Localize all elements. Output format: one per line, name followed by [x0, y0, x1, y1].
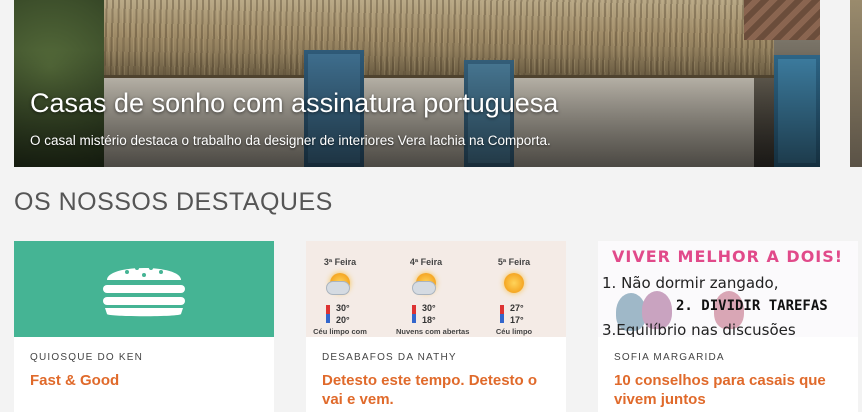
card-title[interactable]: Fast & Good	[30, 371, 266, 390]
hero-subtitle: O casal mistério destaca o trabalho da d…	[30, 133, 551, 148]
forecast-high: 27°	[510, 303, 524, 313]
burger-icon	[103, 266, 185, 317]
cloud-icon	[412, 281, 436, 295]
hero-banner[interactable]: Casas de sonho com assinatura portuguesa…	[14, 0, 820, 167]
card-author[interactable]: QUIOSQUE DO KEN	[30, 352, 143, 363]
forecast-day-name: 3ª Feira	[323, 257, 357, 267]
cloud-icon	[326, 281, 350, 295]
section-title: OS NOSSOS DESTAQUES	[14, 188, 333, 216]
temperature-arrow-icon	[500, 305, 504, 323]
forecast-high: 30°	[422, 303, 436, 313]
forecast-day: 4ª Feira 30° 18° Nuvens com abertas	[396, 241, 470, 337]
card-author[interactable]: SOFIA MARGARIDA	[614, 352, 725, 363]
card-image[interactable]	[14, 241, 274, 337]
hero-next-slide-peek[interactable]	[850, 0, 862, 167]
forecast-day: 5ª Feira 27° 17° Céu limpo	[484, 241, 544, 337]
temperature-arrow-icon	[326, 305, 330, 323]
image-line: 3.Equilíbrio nas discusões	[602, 321, 796, 337]
forecast-low: 17°	[510, 315, 524, 325]
temperature-arrow-icon	[412, 305, 416, 323]
forecast-high: 30°	[336, 303, 350, 313]
image-line: 1. Não dormir zangado,	[602, 274, 779, 292]
highlight-card[interactable]: VIVER MELHOR A DOIS! 1. Não dormir zanga…	[598, 241, 858, 412]
forecast-day-name: 5ª Feira	[497, 257, 531, 267]
forecast-low: 20°	[336, 315, 350, 325]
sun-icon	[504, 273, 524, 293]
forecast-desc: Céu limpo	[495, 327, 533, 336]
card-author[interactable]: DESABAFOS DA NATHY	[322, 352, 457, 363]
highlight-card[interactable]: 3ª Feira 30° 20° Céu limpo com 4ª Feira …	[306, 241, 566, 412]
image-line: 2. DIVIDIR TAREFAS	[676, 298, 828, 314]
forecast-desc: Nuvens com abertas	[396, 327, 470, 336]
card-title[interactable]: 10 conselhos para casais que vivem junto…	[614, 371, 850, 409]
card-title[interactable]: Detesto este tempo. Detesto o vai e vem.	[322, 371, 558, 409]
card-image[interactable]: 3ª Feira 30° 20° Céu limpo com 4ª Feira …	[306, 241, 566, 337]
forecast-desc: Céu limpo com	[313, 327, 367, 336]
image-heading: VIVER MELHOR A DOIS!	[612, 247, 844, 266]
hero-title[interactable]: Casas de sonho com assinatura portuguesa	[30, 88, 558, 119]
highlight-card[interactable]: QUIOSQUE DO KEN Fast & Good	[14, 241, 274, 412]
card-image[interactable]: VIVER MELHOR A DOIS! 1. Não dormir zanga…	[598, 241, 858, 337]
forecast-day: 3ª Feira 30° 20° Céu limpo com	[310, 241, 370, 337]
forecast-low: 18°	[422, 315, 436, 325]
forecast-day-name: 4ª Feira	[409, 257, 443, 267]
